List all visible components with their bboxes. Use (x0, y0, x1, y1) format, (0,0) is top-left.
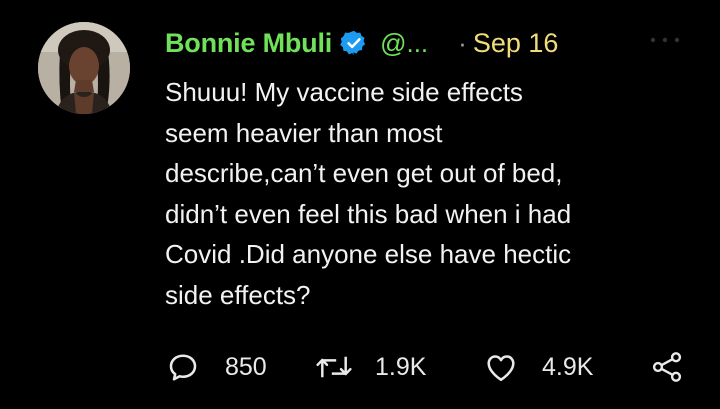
more-options-icon[interactable] (648, 30, 682, 50)
avatar[interactable] (38, 22, 130, 114)
tweet-header: Bonnie Mbuli @... · Sep 16 (165, 24, 558, 62)
author-handle[interactable]: @... (380, 28, 428, 59)
timestamp-separator: · (458, 27, 467, 58)
reply-button[interactable]: 850 (165, 345, 267, 389)
tweet-text-line: didn’t even feel this bad when i had (165, 198, 572, 229)
reply-count: 850 (225, 352, 267, 381)
tweet-text: Shuuu! My vaccine side effects seem heav… (165, 72, 685, 315)
reply-icon (169, 354, 197, 381)
like-button[interactable]: 4.9K (483, 345, 593, 389)
tweet-text-line: Shuuu! My vaccine side effects (165, 77, 523, 107)
action-bar: 850 1.9K 4.9K (165, 345, 690, 389)
author-display-name[interactable]: Bonnie Mbuli (165, 28, 332, 59)
tweet-text-line: describe,can’t even get out of bed, (165, 158, 563, 188)
tweet-card[interactable]: Bonnie Mbuli @... · Sep 16 Shuuu! My vac… (0, 0, 720, 409)
tweet-date[interactable]: Sep 16 (473, 28, 559, 59)
tweet-text-line: Covid .Did anyone else have hectic (165, 239, 572, 269)
share-button[interactable] (649, 345, 685, 389)
tweet-text-line: seem heavier than most (165, 117, 443, 148)
share-icon (652, 352, 682, 382)
heart-icon (487, 355, 515, 382)
like-count: 4.9K (542, 352, 594, 381)
retweet-button[interactable]: 1.9K (315, 345, 426, 389)
verified-badge-icon (340, 29, 368, 57)
avatar-image (38, 22, 130, 114)
retweet-count: 1.9K (375, 352, 427, 381)
tweet-text-line: side effects? (165, 279, 311, 310)
retweet-icon (316, 356, 352, 378)
